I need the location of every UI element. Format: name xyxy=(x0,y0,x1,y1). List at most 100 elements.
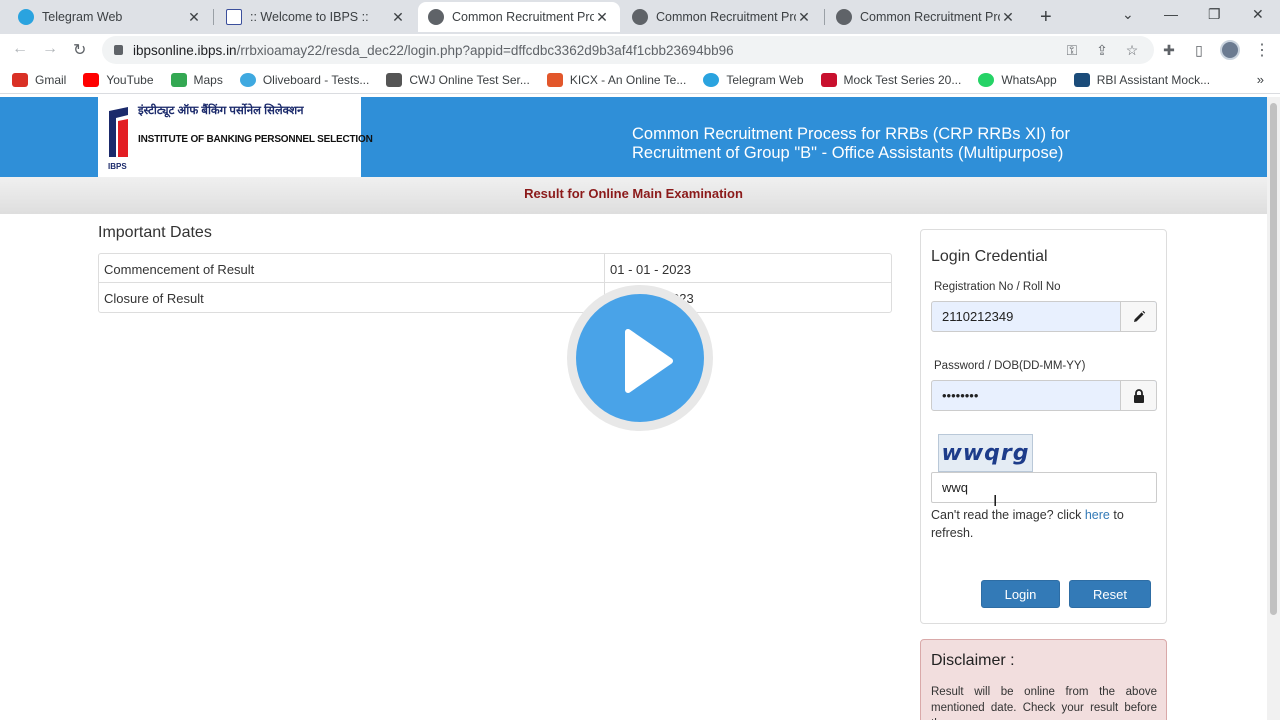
tab-common-recruitment-2[interactable]: Common Recruitment Proce ✕ xyxy=(622,2,822,32)
reload-icon[interactable]: ↻ xyxy=(73,40,86,60)
maps-icon xyxy=(170,72,187,87)
disclaimer-text: Result will be online from the above men… xyxy=(931,686,1157,720)
url-host: ibpsonline.ibps.in xyxy=(133,42,237,58)
bookmark-gmail[interactable]: Gmail xyxy=(12,72,67,87)
captcha-refresh-text: Can't read the image? click here to refr… xyxy=(931,506,1157,542)
login-panel: Login Credential Registration No / Roll … xyxy=(920,229,1167,624)
browser-toolbar: ← → ↻ ibpsonline.ibps.in/rrbxioamay22/re… xyxy=(0,34,1280,66)
globe-icon xyxy=(632,9,648,25)
registration-group xyxy=(931,301,1157,332)
ibps-icon xyxy=(226,9,242,25)
important-dates-title: Important Dates xyxy=(98,224,212,241)
tab-separator xyxy=(824,9,825,25)
bookmark-oliveboard[interactable]: Oliveboard - Tests... xyxy=(239,72,370,87)
bookmark-telegram[interactable]: Telegram Web xyxy=(703,72,804,87)
minimize-icon[interactable]: — xyxy=(1164,6,1178,22)
login-button[interactable]: Login xyxy=(981,580,1060,608)
pencil-icon xyxy=(1120,302,1156,331)
telegram-icon xyxy=(18,9,34,25)
bookmark-label: Gmail xyxy=(35,72,67,87)
mock-test-icon xyxy=(820,72,837,87)
maximize-icon[interactable]: ❐ xyxy=(1208,6,1221,23)
bookmark-kicx[interactable]: KICX - An Online Te... xyxy=(546,72,687,87)
key-icon[interactable]: ⚿ xyxy=(1064,42,1080,58)
youtube-icon xyxy=(83,72,100,87)
kicx-icon xyxy=(546,72,563,87)
date-value: 01 - 01 - 2023 xyxy=(610,262,691,277)
logo-english-text: INSTITUTE OF BANKING PERSONNEL SELECTION xyxy=(138,134,373,145)
extensions-puzzle-icon[interactable]: ✚ xyxy=(1161,42,1177,58)
bookmark-label: WhatsApp xyxy=(1001,72,1057,87)
browser-tab-strip: Telegram Web ✕ :: Welcome to IBPS :: ✕ C… xyxy=(0,0,1280,34)
close-icon[interactable]: ✕ xyxy=(796,9,812,26)
table-row: Closure of Result 023 xyxy=(99,283,891,312)
registration-label: Registration No / Roll No xyxy=(934,281,1061,293)
tab-title: Common Recruitment Proce xyxy=(452,10,594,24)
bookmark-star-icon[interactable]: ☆ xyxy=(1124,42,1140,58)
bookmark-rbi-assistant[interactable]: RBI Assistant Mock... xyxy=(1073,72,1211,87)
bookmark-cwj[interactable]: CWJ Online Test Ser... xyxy=(386,72,530,87)
url-path: /rrbxioamay22/resda_dec22/login.php?appi… xyxy=(236,42,734,58)
globe-icon xyxy=(836,9,852,25)
table-row: Commencement of Result 01 - 01 - 2023 xyxy=(99,254,891,283)
tab-title: :: Welcome to IBPS :: xyxy=(250,10,369,24)
tab-telegram-web[interactable]: Telegram Web ✕ xyxy=(8,2,212,32)
window-close-icon[interactable]: ✕ xyxy=(1252,6,1264,23)
side-panel-icon[interactable]: ▯ xyxy=(1191,42,1207,58)
page-content: IBPS इंस्टीट्यूट ऑफ बैंकिंग पर्सोनेल सिल… xyxy=(0,97,1267,720)
result-subheader: Result for Online Main Examination xyxy=(0,177,1267,214)
bookmark-mock-test[interactable]: Mock Test Series 20... xyxy=(820,72,961,87)
important-dates-table: Commencement of Result 01 - 01 - 2023 Cl… xyxy=(98,253,892,313)
bookmark-label: Oliveboard - Tests... xyxy=(262,72,370,87)
tab-common-recruitment-3[interactable]: Common Recruitment Proce ✕ xyxy=(826,2,1026,32)
tab-title: Common Recruitment Proce xyxy=(656,10,796,24)
play-circle xyxy=(576,294,704,422)
oliveboard-icon xyxy=(239,72,256,87)
registration-input[interactable] xyxy=(932,302,1120,331)
menu-kebab-icon[interactable]: ⋮ xyxy=(1254,40,1270,60)
password-label: Password / DOB(DD-MM-YY) xyxy=(934,360,1086,372)
password-input[interactable] xyxy=(932,381,1120,410)
date-label: Commencement of Result xyxy=(99,254,605,282)
bookmark-youtube[interactable]: YouTube xyxy=(83,72,154,87)
close-icon[interactable]: ✕ xyxy=(186,9,202,26)
tab-separator xyxy=(213,9,214,25)
back-arrow-icon[interactable]: ← xyxy=(12,40,28,58)
forward-arrow-icon[interactable]: → xyxy=(42,40,58,58)
captcha-refresh-link[interactable]: here xyxy=(1085,508,1110,522)
ibps-logo: IBPS इंस्टीट्यूट ऑफ बैंकिंग पर्सोनेल सिल… xyxy=(98,97,373,177)
page-scrollbar[interactable] xyxy=(1267,97,1280,720)
rbi-icon xyxy=(1073,72,1090,87)
bookmark-label: CWJ Online Test Ser... xyxy=(409,72,530,87)
tab-welcome-ibps[interactable]: :: Welcome to IBPS :: ✕ xyxy=(216,2,416,32)
video-play-button[interactable] xyxy=(567,285,713,431)
bookmark-whatsapp[interactable]: WhatsApp xyxy=(978,72,1057,87)
reset-button[interactable]: Reset xyxy=(1069,580,1151,608)
close-icon[interactable]: ✕ xyxy=(594,9,610,26)
globe-icon xyxy=(428,9,444,25)
close-icon[interactable]: ✕ xyxy=(390,9,406,26)
bookmark-label: KICX - An Online Te... xyxy=(569,72,687,87)
gmail-icon xyxy=(12,72,28,87)
password-group xyxy=(931,380,1157,411)
exam-title: Common Recruitment Process for RRBs (CRP… xyxy=(632,125,1070,163)
disclaimer-box: Disclaimer : Result will be online from … xyxy=(920,639,1167,720)
bookmark-label: RBI Assistant Mock... xyxy=(1096,72,1211,87)
new-tab-icon[interactable]: + xyxy=(1040,6,1052,29)
tab-common-recruitment-active[interactable]: Common Recruitment Proce ✕ xyxy=(418,2,620,32)
exam-title-line-2: Recruitment of Group "B" - Office Assist… xyxy=(632,144,1064,162)
refresh-text-pre: Can't read the image? click xyxy=(931,508,1085,522)
profile-avatar[interactable] xyxy=(1220,40,1240,60)
bookmarks-overflow-icon[interactable]: » xyxy=(1257,72,1264,87)
share-icon[interactable]: ⇪ xyxy=(1094,42,1110,58)
disclaimer-title: Disclaimer : xyxy=(931,652,1015,669)
captcha-input[interactable] xyxy=(931,472,1157,503)
address-bar[interactable]: ibpsonline.ibps.in/rrbxioamay22/resda_de… xyxy=(102,36,1154,64)
tab-search-chevron-icon[interactable]: ⌄ xyxy=(1122,6,1134,23)
login-title: Login Credential xyxy=(931,248,1048,265)
tab-title: Common Recruitment Proce xyxy=(860,10,1000,24)
bookmark-maps[interactable]: Maps xyxy=(170,72,223,87)
close-icon[interactable]: ✕ xyxy=(1000,9,1016,26)
lock-icon[interactable] xyxy=(114,45,123,55)
scrollbar-thumb[interactable] xyxy=(1270,103,1277,615)
